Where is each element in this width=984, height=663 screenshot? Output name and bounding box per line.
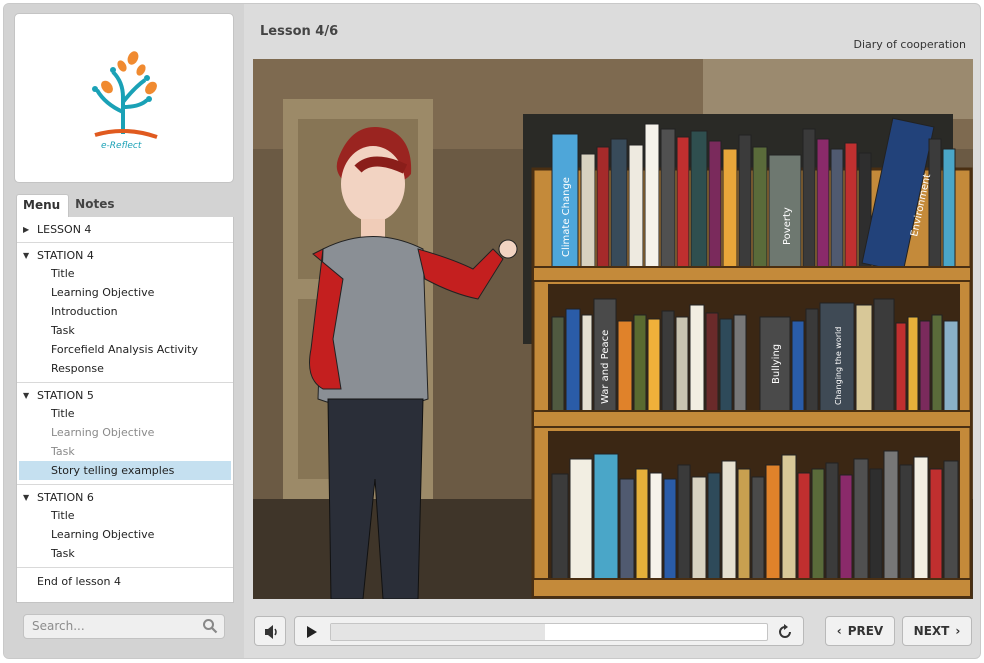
next-button[interactable]: NEXT › [902,616,972,646]
book-label-poverty: Poverty [782,207,793,245]
menu-item[interactable]: Title [17,404,233,423]
menu-item-selected[interactable]: Story telling examples [19,461,231,480]
caret-down-icon: ▼ [23,492,30,502]
logo-panel: e-Reflect [14,13,234,183]
slide-illustration: Climate Change Poverty Environment War a… [253,59,973,599]
course-title: Diary of cooperation [853,38,967,51]
menu-item-disabled: Task [51,445,75,458]
menu-section-header[interactable]: ▼ STATION 4 [17,246,233,264]
menu-section-label: STATION 4 [37,248,94,262]
menu-section-station4: ▼ STATION 4 Title Learning Objective Intr… [17,243,233,383]
prev-button[interactable]: ‹ PREV [825,616,895,646]
caret-down-icon: ▼ [23,390,30,400]
menu-item[interactable]: Response [17,359,233,378]
menu-section-lesson4[interactable]: ▶ LESSON 4 [17,217,233,243]
progress-track[interactable] [330,623,768,641]
tab-menu[interactable]: Menu [16,194,70,218]
progress-fill [331,624,545,640]
search-icon[interactable] [202,618,218,634]
menu-item[interactable]: Title [17,264,233,283]
menu-item-end[interactable]: End of lesson 4 [17,568,233,596]
menu-section-label: STATION 5 [37,388,94,402]
menu-section-station6: ▼ STATION 6 Title Learning Objective Task [17,485,233,568]
chevron-left-icon: ‹ [836,624,842,638]
book-label-changing: Changing the world [834,327,843,405]
e-reflect-logo: e-Reflect [92,51,158,151]
playback-bar [294,616,804,646]
slide-stage: Climate Change Poverty Environment War a… [253,59,973,599]
play-icon[interactable] [305,625,319,639]
search-placeholder: Search... [32,619,85,633]
tab-notes[interactable]: Notes [69,194,123,218]
menu-item-disabled: Learning Objective [51,426,155,439]
menu-section-label: STATION 6 [37,490,94,504]
caret-down-icon: ▼ [23,250,30,260]
speaker-icon [265,625,277,639]
menu-item[interactable]: Task [17,544,233,563]
next-label: NEXT [913,624,950,638]
menu-item[interactable]: Learning Objective [17,525,233,544]
menu-item[interactable]: Introduction [17,302,233,321]
caret-right-icon: ▶ [23,224,30,234]
menu-tree: ▶ LESSON 4 ▼ STATION 4 Title Learning Obje… [16,217,234,603]
svg-text:e-Reflect: e-Reflect [101,141,142,151]
menu-section-label: LESSON 4 [37,222,92,236]
replay-icon[interactable] [776,623,794,641]
menu-section-station5: ▼ STATION 5 Title Learning Objective Task… [17,383,233,485]
course-player: e-Reflect Menu Notes ▶ LESSON 4 ▼ STATION … [3,3,981,659]
menu-item[interactable]: Title [17,506,233,525]
volume-button[interactable] [254,616,286,646]
prev-label: PREV [847,624,884,638]
menu-section-header[interactable]: ▼ STATION 6 [17,488,233,506]
search-input[interactable]: Search... [23,614,225,639]
sidebar: e-Reflect Menu Notes ▶ LESSON 4 ▼ STATION … [4,4,244,658]
book-label-climate: Climate Change [561,177,572,257]
menu-section-header[interactable]: ▼ STATION 5 [17,386,233,404]
menu-item[interactable]: Learning Objective [17,283,233,302]
sidebar-tabs: Menu Notes [16,194,123,218]
book-label-war: War and Peace [600,330,611,404]
chevron-right-icon: › [955,624,961,638]
menu-item[interactable]: Forcefield Analysis Activity [17,340,233,359]
menu-item[interactable]: Task [17,321,233,340]
book-label-bullying: Bullying [771,344,782,384]
lesson-title: Lesson 4/6 [260,24,339,39]
